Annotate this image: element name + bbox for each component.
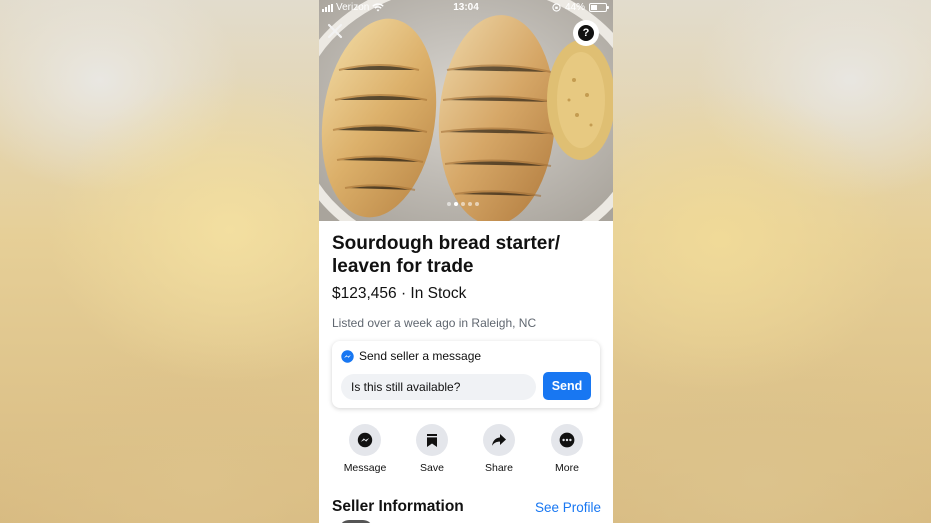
share-action-circle <box>483 424 515 456</box>
message-seller-card: Send seller a message Is this still avai… <box>332 341 600 408</box>
close-icon <box>327 23 343 39</box>
message-card-heading: Send seller a message <box>359 349 482 363</box>
message-input[interactable]: Is this still available? <box>341 374 536 400</box>
pager-dot[interactable] <box>475 202 479 206</box>
status-bar: Verizon 13:04 44% <box>319 0 613 16</box>
battery-percent: 44% <box>564 2 585 13</box>
see-profile-link[interactable]: See Profile <box>535 500 601 515</box>
message-card-header: Send seller a message <box>341 349 481 363</box>
pager-dot[interactable] <box>468 202 472 206</box>
pager-dot[interactable] <box>461 202 465 206</box>
save-action-label: Save <box>420 462 444 474</box>
question-icon: ? <box>578 25 594 41</box>
message-action[interactable]: Message <box>335 424 395 474</box>
phone-screen: Verizon 13:04 44% ? Sourdough bread star… <box>319 0 613 523</box>
more-icon <box>559 432 575 448</box>
status-right: 44% <box>552 2 609 13</box>
messenger-icon <box>357 432 373 448</box>
photo-pager <box>447 202 479 206</box>
message-action-circle <box>349 424 381 456</box>
close-button[interactable] <box>325 22 345 42</box>
listing-photo[interactable]: Verizon 13:04 44% ? <box>319 0 613 221</box>
share-action-label: Share <box>484 462 514 474</box>
listing-title: Sourdough bread starter/ leaven for trad… <box>332 233 561 277</box>
seller-info-heading: Seller Information <box>332 498 464 515</box>
message-action-label: Message <box>343 462 387 474</box>
share-action[interactable]: Share <box>469 424 529 474</box>
listed-info: Listed over a week ago in Raleigh, NC <box>332 316 537 330</box>
more-action-circle <box>551 424 583 456</box>
pager-dot[interactable] <box>454 202 458 206</box>
pager-dot[interactable] <box>447 202 451 206</box>
save-action-circle <box>416 424 448 456</box>
more-action[interactable]: More <box>537 424 597 474</box>
price-stock: $123,456 · In Stock <box>332 285 467 302</box>
action-bar: Message Save Share More <box>319 424 613 480</box>
battery-icon <box>589 3 609 12</box>
share-icon <box>492 434 506 446</box>
bread-photo <box>319 0 613 221</box>
help-button[interactable]: ? <box>573 20 599 46</box>
send-button[interactable]: Send <box>543 372 591 400</box>
more-action-label: More <box>555 462 579 474</box>
bookmark-icon <box>427 433 437 447</box>
save-action[interactable]: Save <box>402 424 462 474</box>
messenger-icon <box>341 349 354 363</box>
orientation-lock-icon <box>552 3 561 12</box>
